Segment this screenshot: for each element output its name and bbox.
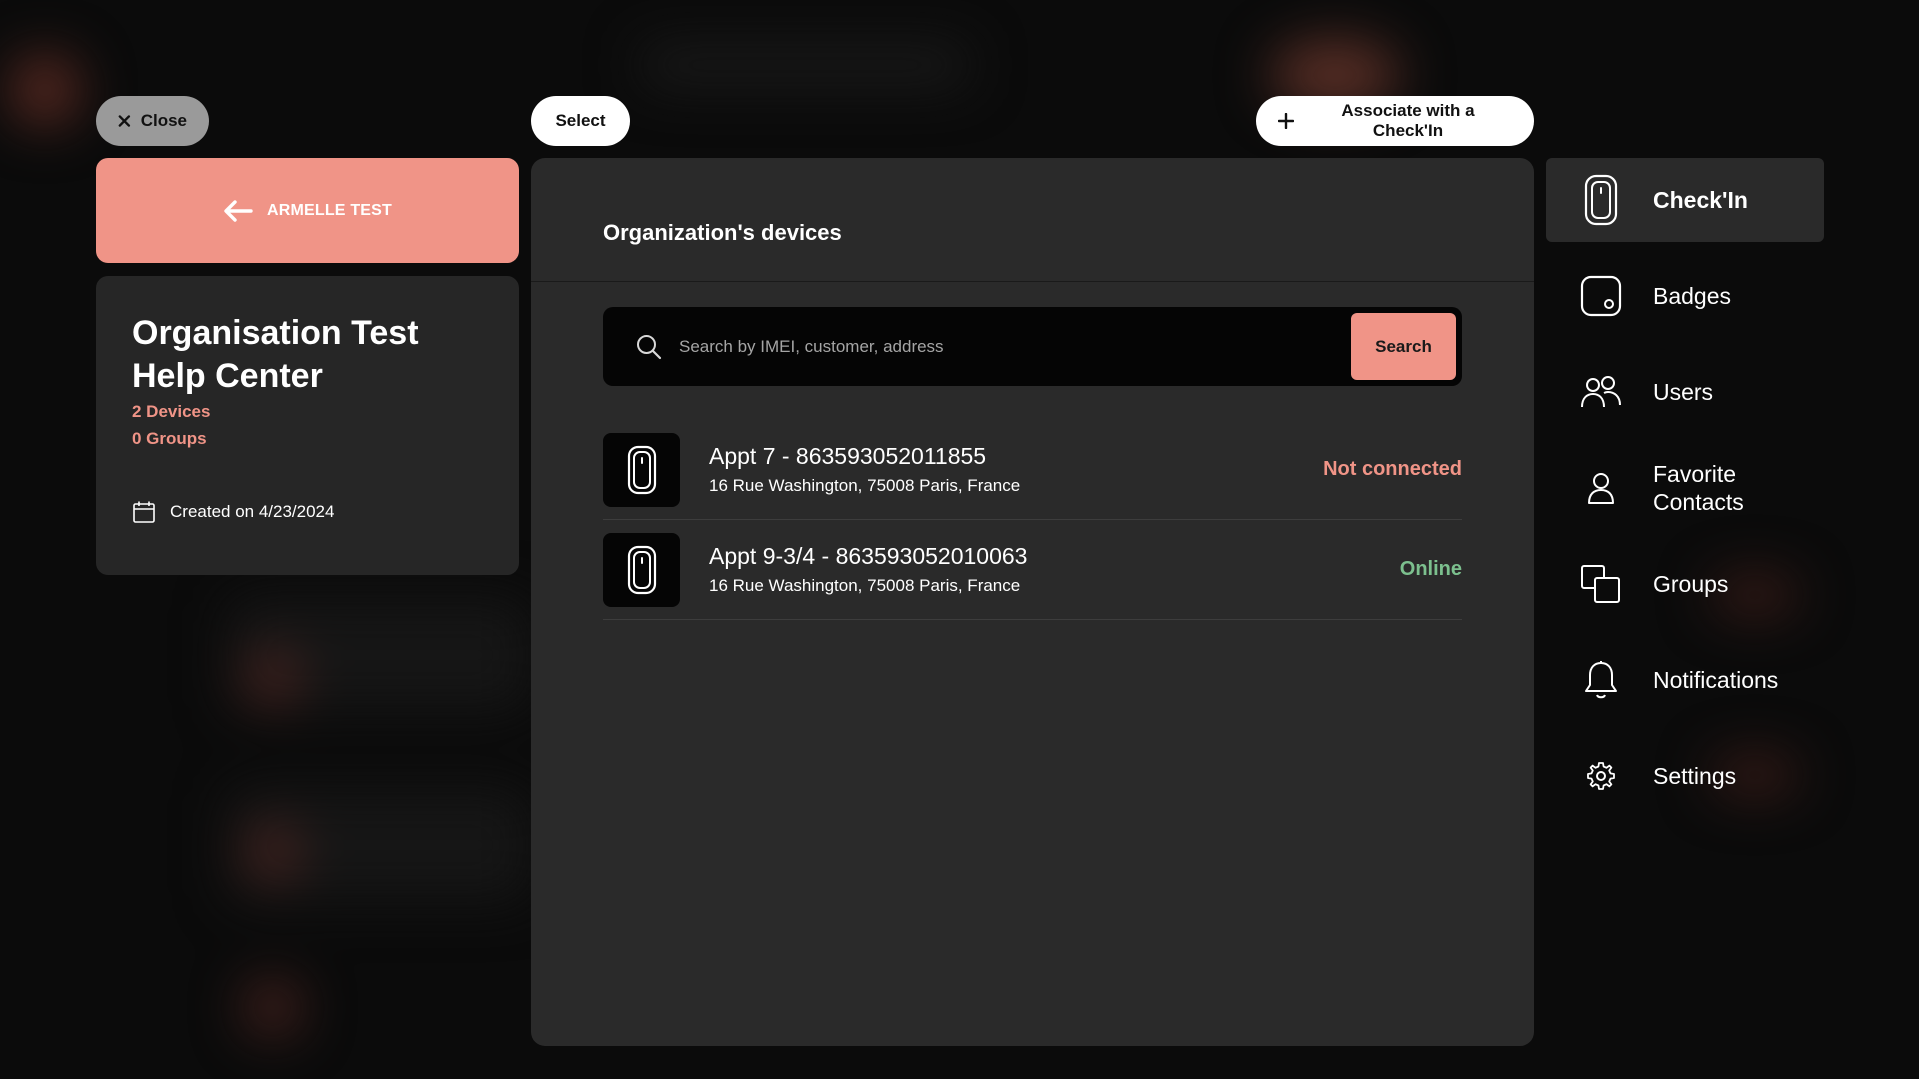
groups-icon bbox=[1580, 563, 1622, 605]
nav-label: Favorite Contacts bbox=[1653, 461, 1744, 515]
close-icon bbox=[118, 115, 131, 127]
device-name: Appt 9-3/4 - 863593052010063 bbox=[709, 542, 1028, 569]
device-info: Appt 7 - 863593052011855 16 Rue Washingt… bbox=[709, 441, 1323, 499]
associate-checkin-button[interactable]: Associate with a Check'In bbox=[1256, 96, 1534, 146]
checkin-device-icon bbox=[627, 545, 656, 594]
nav-item-settings[interactable]: Settings bbox=[1546, 734, 1824, 818]
device-list: Appt 7 - 863593052011855 16 Rue Washingt… bbox=[603, 420, 1462, 620]
organization-card: Organisation Test Help Center 2 Devices … bbox=[96, 276, 519, 575]
nav-label: Groups bbox=[1653, 571, 1729, 597]
plus-icon bbox=[1278, 113, 1294, 129]
device-address: 16 Rue Washington, 75008 Paris, France bbox=[709, 475, 1021, 495]
close-button[interactable]: Close bbox=[96, 96, 209, 146]
side-navigation: Check'In Badges Users Favorite Contacts … bbox=[1546, 158, 1824, 830]
checkin-device-icon bbox=[627, 445, 656, 494]
created-date-text: Created on 4/23/2024 bbox=[170, 502, 335, 521]
devices-count: 2 Devices bbox=[132, 402, 211, 421]
device-thumbnail bbox=[603, 532, 680, 607]
back-card-label: ARMELLE TEST bbox=[266, 201, 393, 219]
arrow-left-icon bbox=[224, 199, 253, 222]
select-button[interactable]: Select bbox=[531, 96, 630, 146]
panel-title: Organization's devices bbox=[603, 220, 842, 245]
organization-title-line2: Help Center bbox=[132, 357, 323, 395]
checkin-device-icon bbox=[1580, 174, 1622, 226]
nav-item-favorite-contacts[interactable]: Favorite Contacts bbox=[1546, 446, 1824, 530]
nav-label: Check'In bbox=[1653, 187, 1748, 213]
device-row[interactable]: Appt 9-3/4 - 863593052010063 16 Rue Wash… bbox=[603, 520, 1462, 620]
groups-count: 0 Groups bbox=[132, 429, 207, 448]
users-icon bbox=[1580, 371, 1622, 413]
device-thumbnail bbox=[603, 432, 680, 507]
nav-item-badges[interactable]: Badges bbox=[1546, 254, 1824, 338]
devices-panel: Organization's devices Search Appt 7 - 8… bbox=[531, 158, 1534, 1046]
device-name: Appt 7 - 863593052011855 bbox=[709, 442, 987, 469]
search-bar: Search bbox=[603, 306, 1462, 387]
badge-icon bbox=[1580, 275, 1622, 317]
device-info: Appt 9-3/4 - 863593052010063 16 Rue Wash… bbox=[709, 541, 1400, 599]
search-button[interactable]: Search bbox=[1351, 313, 1456, 380]
contact-icon bbox=[1580, 467, 1622, 509]
nav-item-checkin[interactable]: Check'In bbox=[1546, 158, 1824, 242]
device-address: 16 Rue Washington, 75008 Paris, France bbox=[709, 575, 1021, 595]
device-status: Online bbox=[1399, 558, 1462, 580]
device-row[interactable]: Appt 7 - 863593052011855 16 Rue Washingt… bbox=[603, 420, 1462, 520]
nav-item-groups[interactable]: Groups bbox=[1546, 542, 1824, 626]
organization-title-line1: Organisation Test bbox=[132, 314, 419, 352]
nav-label: Badges bbox=[1653, 283, 1732, 309]
devices-panel-header: Organization's devices bbox=[531, 158, 1534, 282]
associate-label: Associate with a Check'In bbox=[1341, 101, 1475, 140]
select-label: Select bbox=[555, 111, 606, 130]
created-date: Created on 4/23/2024 bbox=[132, 500, 334, 524]
nav-item-users[interactable]: Users bbox=[1546, 350, 1824, 434]
nav-label: Users bbox=[1653, 379, 1714, 405]
nav-label: Settings bbox=[1653, 763, 1737, 789]
nav-item-notifications[interactable]: Notifications bbox=[1546, 638, 1824, 722]
calendar-icon bbox=[133, 501, 155, 523]
gear-icon bbox=[1580, 755, 1622, 797]
nav-label: Notifications bbox=[1653, 667, 1779, 693]
organization-title: Organisation Test Help Center bbox=[132, 312, 483, 398]
search-input[interactable] bbox=[663, 306, 1351, 387]
bell-icon bbox=[1580, 659, 1622, 701]
search-icon bbox=[637, 334, 662, 359]
close-label: Close bbox=[140, 111, 187, 130]
back-to-organization-button[interactable]: ARMELLE TEST bbox=[96, 158, 519, 263]
device-status: Not connected bbox=[1323, 458, 1462, 480]
